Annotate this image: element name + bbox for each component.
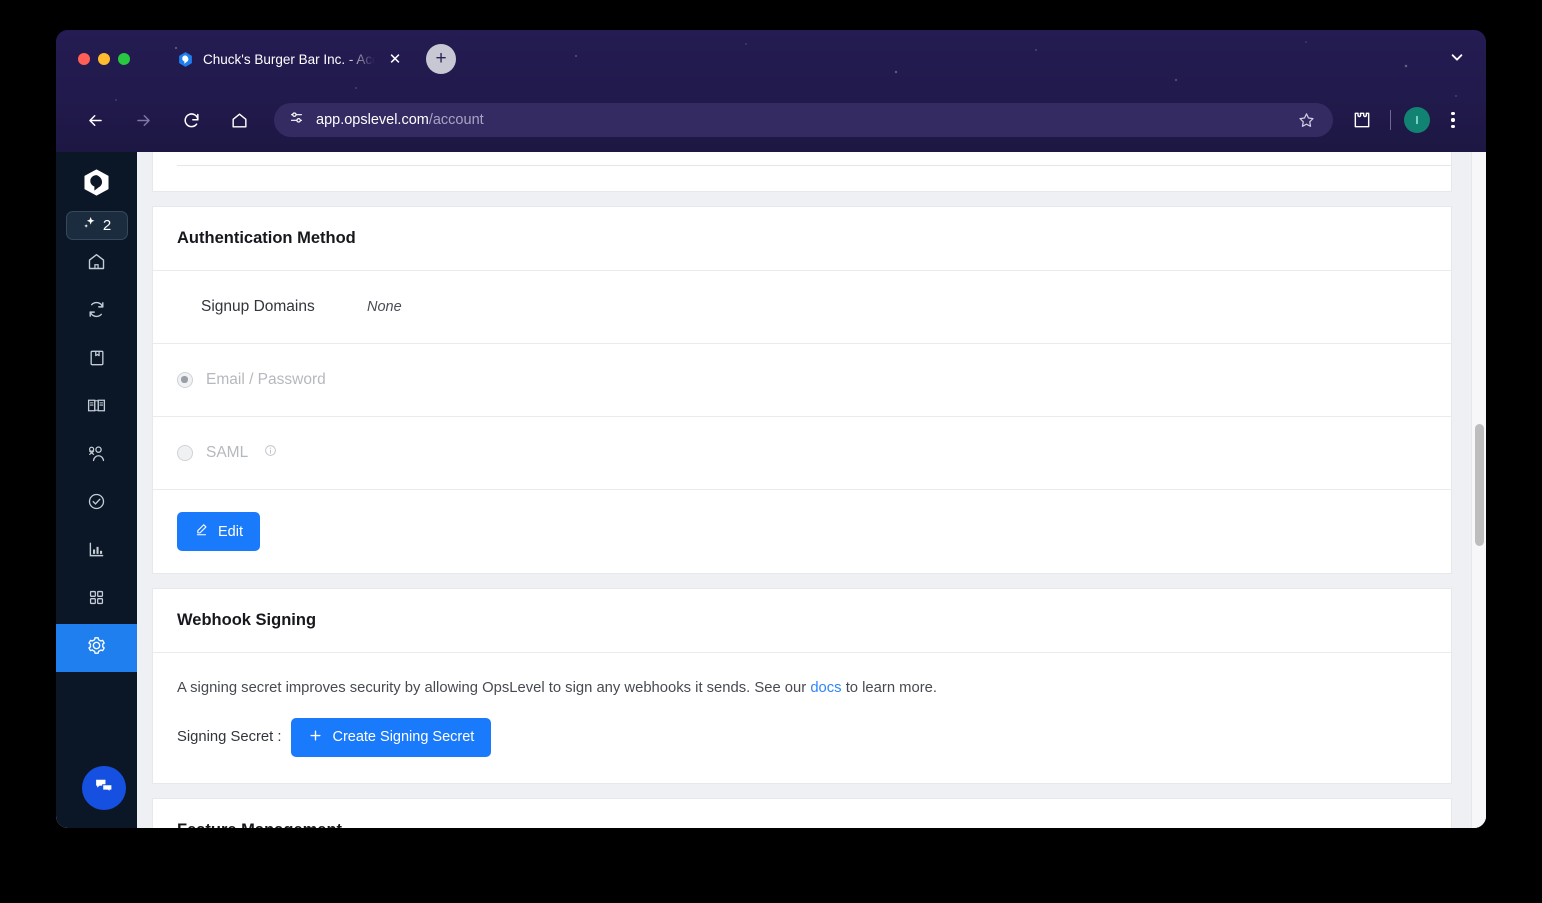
reload-icon[interactable]	[174, 103, 208, 137]
address-bar[interactable]: app.opslevel.com/account	[274, 103, 1333, 137]
sidebar-item-home[interactable]	[56, 240, 137, 288]
minimize-window-button[interactable]	[98, 53, 110, 65]
gear-icon	[86, 635, 107, 661]
description-after: to learn more.	[841, 680, 937, 696]
forward-arrow-icon[interactable]	[126, 103, 160, 137]
ai-assistant-badge[interactable]: 2	[65, 211, 128, 240]
bar-chart-icon	[86, 539, 107, 565]
page-viewport: 2 Authentication Method Signup Domains N…	[56, 152, 1486, 828]
info-circle-icon[interactable]	[264, 444, 277, 462]
sidebar-item-apps[interactable]	[56, 576, 137, 624]
sidebar-item-settings[interactable]	[56, 624, 137, 672]
auth-option-email-password[interactable]: Email / Password	[153, 344, 1451, 417]
avatar[interactable]	[1404, 107, 1430, 133]
auth-card-actions: Edit	[153, 490, 1451, 573]
webhook-description: A signing secret improves security by al…	[153, 653, 1451, 700]
grid-icon	[87, 588, 106, 612]
ai-assistant-count: 2	[102, 217, 112, 234]
window-traffic-lights	[56, 53, 130, 65]
home-icon[interactable]	[222, 103, 256, 137]
app-sidebar: 2	[56, 152, 137, 828]
webhook-signing-title: Webhook Signing	[177, 611, 317, 629]
url-path: /account	[428, 112, 484, 128]
description-before: A signing secret improves security by al…	[177, 680, 811, 696]
edit-button[interactable]: Edit	[177, 512, 260, 551]
divider	[177, 165, 1451, 166]
docs-link[interactable]: docs	[810, 680, 841, 696]
page-title: Authentication Method	[177, 229, 356, 247]
new-tab-button[interactable]: +	[426, 44, 456, 74]
sidebar-item-reports[interactable]	[56, 528, 137, 576]
signup-domains-value: None	[367, 299, 402, 315]
refresh-cycle-icon	[86, 299, 107, 325]
authentication-method-card: Authentication Method Signup Domains Non…	[152, 206, 1452, 574]
edit-button-label: Edit	[218, 523, 243, 540]
check-circle-icon	[86, 491, 107, 517]
toolbar-divider	[1390, 110, 1391, 130]
sidebar-item-docs[interactable]	[56, 384, 137, 432]
sidebar-item-sync[interactable]	[56, 288, 137, 336]
plus-icon	[308, 728, 323, 747]
opslevel-favicon	[177, 51, 194, 68]
extensions-puzzle-icon[interactable]	[1347, 105, 1377, 135]
signing-secret-row: Signing Secret : Create Signing Secret	[153, 700, 1451, 783]
browser-tab-title: Chuck's Burger Bar Inc. - Acc	[203, 51, 375, 67]
card-header: Feature Management	[153, 799, 1451, 828]
open-book-icon	[86, 395, 107, 421]
auth-option-saml[interactable]: SAML	[153, 417, 1451, 490]
sidebar-item-catalog[interactable]	[56, 336, 137, 384]
partial-card-above	[152, 152, 1452, 192]
maximize-window-button[interactable]	[118, 53, 130, 65]
auth-option-label: SAML	[206, 444, 249, 461]
card-body: A signing secret improves security by al…	[153, 653, 1451, 783]
scrollbar-thumb[interactable]	[1475, 424, 1484, 546]
three-dot-menu-icon[interactable]	[1440, 107, 1466, 133]
sparkle-icon	[82, 215, 98, 236]
close-window-button[interactable]	[78, 53, 90, 65]
card-header: Webhook Signing	[153, 589, 1451, 653]
sidebar-item-checks[interactable]	[56, 480, 137, 528]
create-signing-secret-label: Create Signing Secret	[332, 729, 475, 746]
card-body: Signup Domains None Email / Password SAM…	[153, 271, 1451, 573]
tab-close-icon[interactable]: ✕	[386, 52, 404, 67]
signup-domains-row: Signup Domains None	[153, 271, 1451, 344]
page-scrollbar[interactable]	[1471, 152, 1486, 828]
opslevel-logo[interactable]	[80, 165, 114, 199]
users-icon	[86, 443, 107, 469]
card-header: Authentication Method	[153, 207, 1451, 271]
feature-management-title: Feature Management	[177, 821, 1427, 828]
back-arrow-icon[interactable]	[78, 103, 112, 137]
signing-secret-label: Signing Secret :	[177, 729, 282, 746]
feature-management-card: Feature Management	[152, 797, 1452, 828]
page-content: Authentication Method Signup Domains Non…	[137, 152, 1486, 828]
url-text: app.opslevel.com/account	[316, 112, 484, 128]
create-signing-secret-button[interactable]: Create Signing Secret	[291, 717, 492, 757]
chat-bubbles-icon	[93, 775, 115, 802]
signup-domains-label: Signup Domains	[201, 298, 315, 315]
chevron-down-icon[interactable]	[1450, 50, 1464, 67]
sidebar-item-teams[interactable]	[56, 432, 137, 480]
pencil-icon	[194, 522, 209, 541]
radio-saml[interactable]	[177, 445, 193, 461]
bookmark-icon	[87, 348, 107, 373]
webhook-signing-card: Webhook Signing A signing secret improve…	[152, 588, 1452, 784]
tab-strip: Chuck's Burger Bar Inc. - Acc ✕ +	[56, 30, 1486, 88]
bookmark-star-icon[interactable]	[1291, 105, 1321, 135]
home-icon	[86, 251, 107, 277]
tune-icon[interactable]	[288, 109, 305, 131]
radio-email-password[interactable]	[177, 372, 193, 388]
browser-tab[interactable]: Chuck's Burger Bar Inc. - Acc ✕	[165, 39, 414, 79]
chat-support-button[interactable]	[82, 766, 126, 810]
browser-toolbar: app.opslevel.com/account	[56, 88, 1486, 152]
browser-window: Chuck's Burger Bar Inc. - Acc ✕ + app.op…	[56, 30, 1486, 828]
auth-option-label: Email / Password	[206, 371, 326, 388]
url-host: app.opslevel.com	[316, 112, 429, 128]
